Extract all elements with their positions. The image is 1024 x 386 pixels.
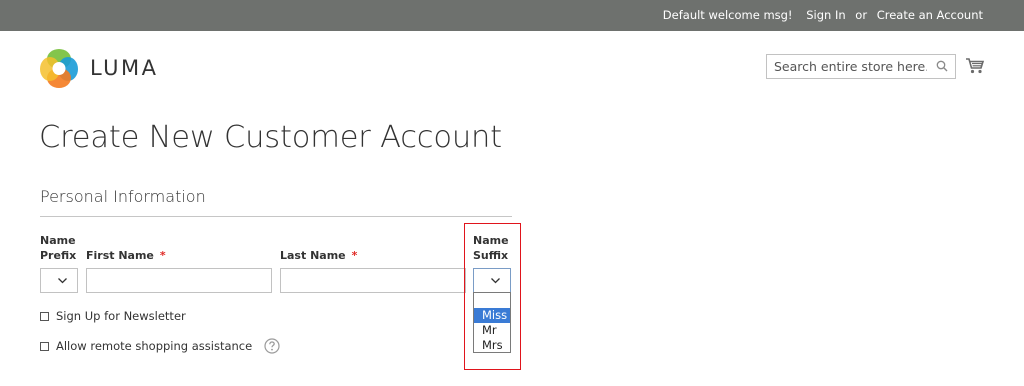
last-name-label-text: Last Name [280, 249, 346, 262]
section-divider [40, 216, 512, 217]
name-prefix-label-line2: Prefix [40, 249, 77, 262]
last-name-label: Last Name * [280, 248, 357, 263]
last-name-field[interactable] [280, 268, 466, 293]
highlight-box [464, 223, 521, 370]
required-asterisk: * [159, 249, 166, 262]
chevron-down-icon [58, 278, 67, 284]
remote-assistance-checkbox[interactable] [40, 341, 49, 351]
search-box [766, 54, 956, 79]
newsletter-checkbox[interactable] [40, 311, 49, 321]
page-title: Create New Customer Account [39, 120, 502, 155]
newsletter-row[interactable]: Sign Up for Newsletter [40, 309, 186, 323]
luma-logo-icon [40, 49, 78, 88]
name-prefix-label: Name Prefix [40, 233, 76, 263]
first-name-label-text: First Name [86, 249, 154, 262]
sign-in-link[interactable]: Sign In [806, 8, 845, 22]
welcome-message: Default welcome msg! [662, 8, 793, 22]
logo-text: LUMA [90, 56, 159, 80]
first-name-label: First Name * [86, 248, 166, 263]
search-icon[interactable] [936, 60, 948, 72]
create-account-link[interactable]: Create an Account [877, 8, 983, 22]
remote-assistance-label: Allow remote shopping assistance [56, 339, 253, 353]
top-bar: Default welcome msg! Sign In or Create a… [0, 0, 1024, 31]
name-prefix-select[interactable] [40, 268, 78, 293]
newsletter-label: Sign Up for Newsletter [56, 309, 186, 323]
name-prefix-label-line1: Name [40, 234, 76, 247]
luma-logo[interactable]: LUMA [40, 48, 159, 88]
cart-icon[interactable] [965, 57, 985, 75]
required-asterisk: * [351, 249, 358, 262]
section-title: Personal Information [40, 187, 206, 206]
or-text: or [855, 8, 868, 22]
search-input[interactable] [767, 55, 927, 78]
remote-assistance-row[interactable]: Allow remote shopping assistance [40, 338, 280, 354]
question-mark-icon[interactable] [264, 338, 280, 354]
first-name-field[interactable] [86, 268, 272, 293]
header-links: Default welcome msg! Sign In or Create a… [663, 8, 983, 22]
